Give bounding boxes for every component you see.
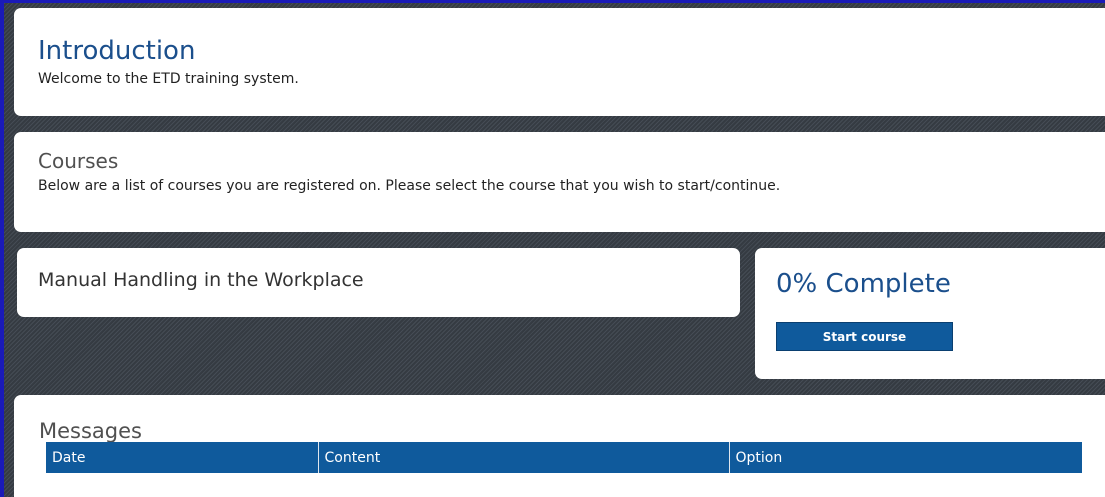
messages-panel: Messages Date Content Option [14,395,1105,497]
course-card: Manual Handling in the Workplace [17,248,740,317]
introduction-subtitle: Welcome to the ETD training system. [38,71,299,87]
courses-panel: Courses Below are a list of courses you … [14,132,1105,232]
course-progress-card: 0% Complete Start course [755,248,1105,379]
course-progress-label: 0% Complete [776,269,951,299]
column-header-date[interactable]: Date [46,442,319,473]
column-header-content[interactable]: Content [318,442,730,473]
introduction-title: Introduction [38,36,196,66]
courses-title: Courses [38,149,119,173]
messages-table-header: Date Content Option [46,442,1082,473]
messages-table: Date Content Option [46,442,1082,473]
app-frame: Introduction Welcome to the ETD training… [0,0,1105,497]
introduction-panel: Introduction Welcome to the ETD training… [14,8,1105,116]
course-name: Manual Handling in the Workplace [38,269,364,291]
start-course-button[interactable]: Start course [776,322,953,351]
messages-title: Messages [39,419,142,443]
column-header-option[interactable]: Option [729,442,1082,473]
courses-description: Below are a list of courses you are regi… [38,178,781,194]
